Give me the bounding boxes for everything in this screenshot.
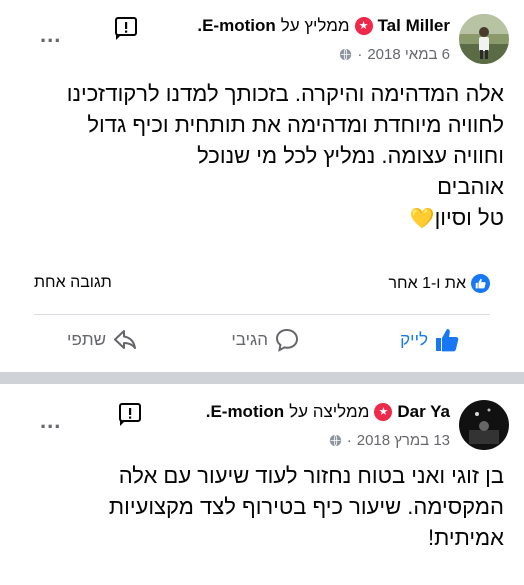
globe-icon xyxy=(329,434,341,447)
post-meta: 13 במרץ 2018 · xyxy=(329,432,450,449)
body-line: אוהבים xyxy=(437,174,504,199)
review-post: Dar Ya ★ ממליצה על E-motion. 13 במרץ 201… xyxy=(0,384,524,585)
like-button[interactable]: לייק xyxy=(400,327,460,353)
body-line: המקסימה. שיעור כיף בטירוף לצד מקצועיות xyxy=(108,494,504,519)
reaction-summary: את ו-1 אחר תגובה אחת xyxy=(0,274,524,298)
author-avatar[interactable] xyxy=(459,14,509,64)
author-name[interactable]: Tal Miller xyxy=(378,16,450,36)
author-avatar[interactable] xyxy=(459,400,509,450)
post-body: בן זוגי ואני בטוח נחזור לעוד שיעור עם אל… xyxy=(109,460,504,553)
more-options-button[interactable]: ... xyxy=(40,24,61,46)
star-badge-icon: ★ xyxy=(374,403,393,421)
share-button[interactable]: שתפי xyxy=(67,327,138,353)
review-post: Tal Miller ★ ממליץ על E-motion. 6 במאי 2… xyxy=(0,0,524,372)
body-line: בן זוגי ואני בטוח נחזור לעוד שיעור עם אל… xyxy=(118,463,504,488)
replies-count[interactable]: תגובה אחת xyxy=(34,274,112,292)
post-date[interactable]: 6 במאי 2018 xyxy=(367,46,450,63)
recommend-text: ממליץ על xyxy=(280,16,350,35)
globe-icon xyxy=(340,48,352,61)
share-arrow-icon xyxy=(112,327,138,353)
meta-separator: · xyxy=(346,432,352,449)
action-bar: לייק הגיבי שתפי xyxy=(0,327,524,361)
post-separator xyxy=(0,372,524,384)
like-label: לייק xyxy=(400,330,428,349)
post-date[interactable]: 13 במרץ 2018 xyxy=(357,432,450,449)
flag-icon[interactable] xyxy=(116,400,144,428)
comment-label: הגיבי xyxy=(231,330,268,349)
reactions-count[interactable]: את ו-1 אחר xyxy=(388,274,490,293)
body-line: לחוויה מיוחדת ומדהימה את תותחית וכיף גדו… xyxy=(87,112,504,137)
body-line: וחוויה עצומה. נמליץ לכל מי שנוכל xyxy=(197,143,504,168)
signature-line: טל וסיון💛 xyxy=(67,202,504,235)
thumbs-up-icon xyxy=(471,274,490,293)
body-line: אמיתית! xyxy=(428,525,504,550)
more-options-button[interactable]: ... xyxy=(40,410,61,432)
share-label: שתפי xyxy=(67,330,106,349)
meta-separator: · xyxy=(357,46,363,63)
comment-button[interactable]: הגיבי xyxy=(231,327,300,353)
comment-bubble-icon xyxy=(274,327,300,353)
body-line: אלה המדהימה והיקרה. בזכותך למדנו לרקודזכ… xyxy=(66,81,504,106)
divider xyxy=(34,314,490,315)
thumbs-up-icon xyxy=(434,327,460,353)
post-header: Dar Ya ★ ממליצה על E-motion. xyxy=(206,402,450,422)
post-body: אלה המדהימה והיקרה. בזכותך למדנו לרקודזכ… xyxy=(67,78,504,235)
body-line: טל וסיון xyxy=(434,205,504,230)
reactions-text: את ו-1 אחר xyxy=(388,274,466,292)
post-header: Tal Miller ★ ממליץ על E-motion. xyxy=(197,16,450,36)
author-name[interactable]: Dar Ya xyxy=(397,402,450,422)
flag-icon[interactable] xyxy=(112,14,140,42)
recommend-text: ממליצה על xyxy=(289,402,370,421)
post-meta: 6 במאי 2018 · xyxy=(339,46,450,63)
page-name[interactable]: E-motion. xyxy=(206,402,284,422)
star-badge-icon: ★ xyxy=(354,17,373,35)
page-name[interactable]: E-motion. xyxy=(197,16,275,36)
yellow-heart-emoji: 💛 xyxy=(409,208,435,230)
